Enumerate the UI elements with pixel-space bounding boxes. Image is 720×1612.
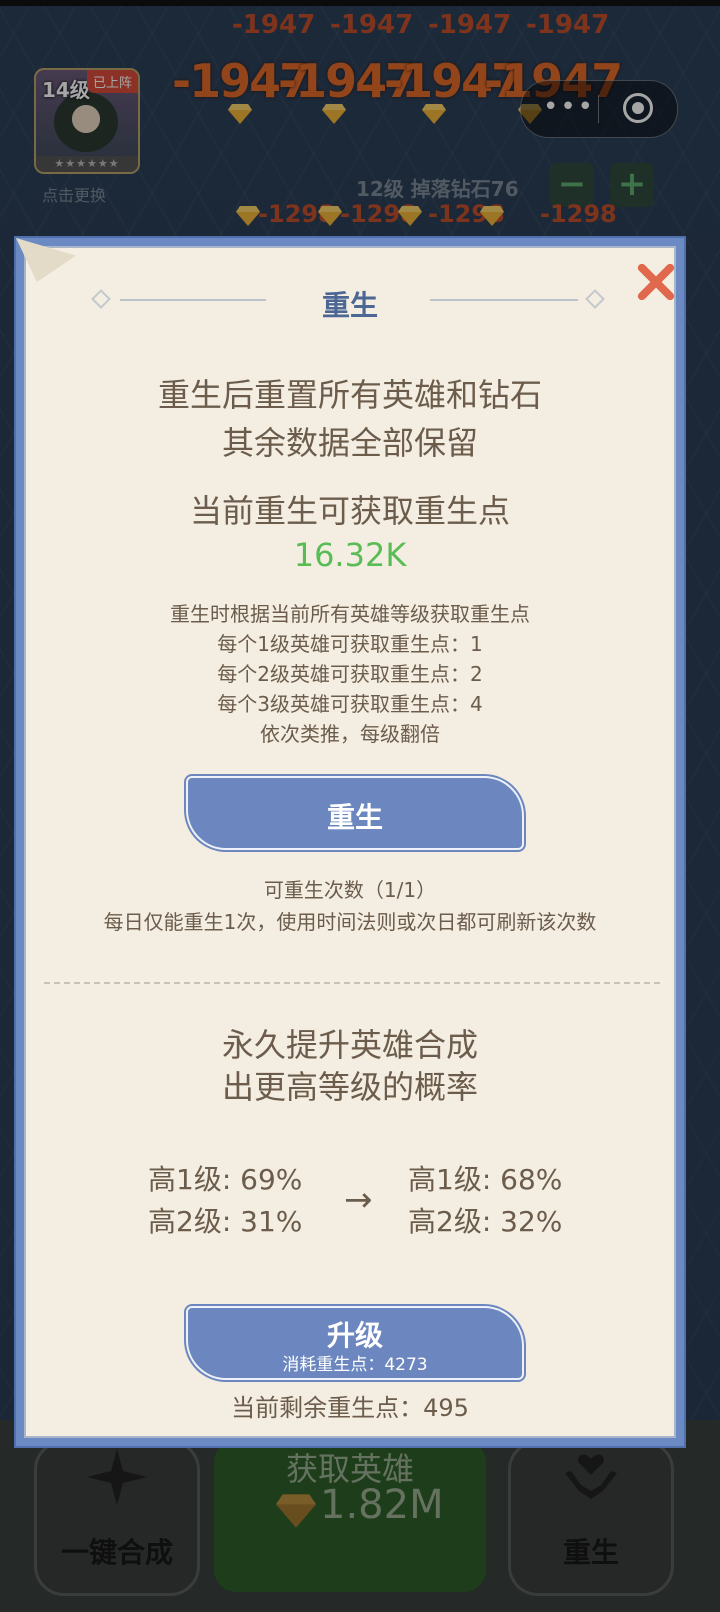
rule-line: 重生时根据当前所有英雄等级获取重生点 (170, 602, 530, 626)
description-line-1: 重生后重置所有英雄和钻石 (157, 376, 542, 414)
rebirth-note: 每日仅能重生1次，使用时间法则或次日都可刷新该次数 (103, 910, 597, 934)
rebirth-button[interactable]: 重生 (186, 776, 524, 850)
upgrade-cost: 消耗重生点：4273 (282, 1355, 428, 1375)
rebirth-button-label: 重生 (326, 801, 383, 834)
next-prob-1: 高1级: 68% (408, 1163, 563, 1196)
rule-line: 依次类推，每级翻倍 (260, 722, 440, 746)
corner-decoration (16, 238, 76, 282)
rule-line: 每个1级英雄可获取重生点：1 (217, 632, 483, 656)
upgrade-button-label: 升级 (326, 1319, 383, 1352)
upgrade-heading-2: 出更高等级的概率 (221, 1068, 478, 1106)
next-prob-2: 高2级: 32% (408, 1205, 563, 1238)
rebirth-dialog-panel: 重生 重生后重置所有英雄和钻石 其余数据全部保留 当前重生可获取重生点 16.3… (16, 238, 678, 1438)
points-value: 16.32K (293, 536, 407, 574)
current-prob-2: 高2级: 31% (148, 1205, 303, 1238)
rebirth-count: 可重生次数（1/1） (263, 878, 437, 902)
remaining-points: 当前剩余重生点：495 (231, 1394, 469, 1422)
upgrade-button[interactable]: 升级 消耗重生点：4273 (186, 1306, 524, 1380)
points-heading: 当前重生可获取重生点 (189, 492, 510, 530)
close-icon[interactable] (634, 260, 678, 304)
rule-line: 每个3级英雄可获取重生点：4 (217, 692, 483, 716)
dialog-title: 重生 (321, 289, 378, 322)
rule-line: 每个2级英雄可获取重生点：2 (217, 662, 483, 686)
section-divider (44, 982, 660, 984)
current-prob-1: 高1级: 69% (148, 1163, 303, 1196)
rebirth-dialog: 重生 重生后重置所有英雄和钻石 其余数据全部保留 当前重生可获取重生点 16.3… (14, 236, 686, 1448)
description-line-2: 其余数据全部保留 (221, 424, 478, 462)
arrow-right-icon: → (344, 1180, 373, 1220)
upgrade-heading-1: 永久提升英雄合成 (221, 1026, 478, 1064)
